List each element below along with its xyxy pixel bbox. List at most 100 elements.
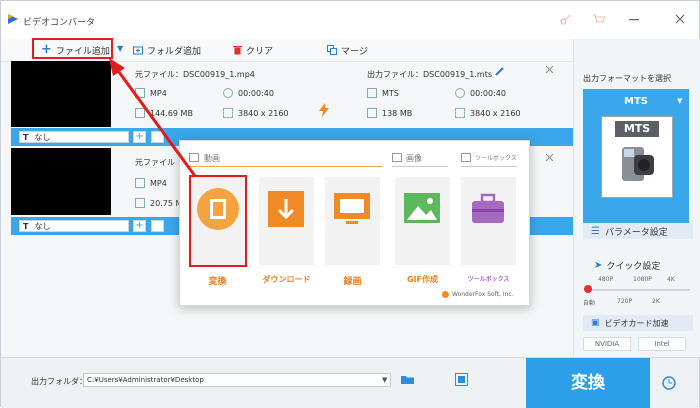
chevron-down-icon[interactable]: ▼: [382, 376, 387, 384]
gif-tile-label: GIF作成: [406, 275, 438, 284]
nvidia-toggle[interactable]: NVIDIA: [583, 337, 631, 351]
rocket-icon: ➤: [594, 260, 603, 271]
chevron-down-icon: ▼: [677, 97, 683, 105]
popup-footer: WonderFox Soft, Inc.: [452, 291, 514, 298]
remove-file-icon[interactable]: [546, 66, 553, 73]
merge-label: マージ: [341, 46, 368, 57]
video-thumbnail[interactable]: [11, 61, 111, 127]
out-resolution: 3840 x 2160: [455, 108, 521, 118]
open-folder-icon[interactable]: [401, 374, 415, 385]
src-resolution: 3840 x 2160: [223, 108, 289, 118]
add-folder-button[interactable]: フォルダ追加: [133, 43, 201, 57]
convert-tile-label: 変換: [208, 277, 227, 287]
download-tile[interactable]: ダウンロード: [259, 177, 314, 284]
format-selector[interactable]: MTS ▼ MTS: [583, 89, 689, 237]
annotation-arrow: [109, 58, 197, 177]
format-icon: [367, 88, 377, 98]
key-icon[interactable]: [560, 14, 571, 25]
convert-tile-highlight: [189, 175, 247, 267]
app-window: ビデオコンバータ + ファイル追加 ▼ フォルダ追加 クリア マージ 元ファイル…: [0, 0, 700, 408]
convert-button[interactable]: 変換: [526, 358, 650, 408]
quick-label-1080p: 1080P: [633, 276, 652, 283]
record-tile[interactable]: 録画: [325, 177, 380, 287]
output-file-label: 出力ファイル：DSC00919_1.mts: [367, 70, 493, 79]
output-folder-label: 出力フォルダ：: [31, 377, 87, 386]
folder-plus-icon: [133, 46, 143, 55]
image-icon: [404, 193, 440, 223]
video-thumbnail[interactable]: [11, 148, 111, 215]
output-folder-path[interactable]: C:¥Users¥Administrator¥Desktop: [83, 373, 391, 387]
quick-settings-title: ➤ クイック設定: [594, 260, 661, 272]
gif-tile[interactable]: GIF作成: [395, 177, 450, 284]
gpu-accel-title: ▣ ビデオカード加速: [583, 315, 693, 331]
clear-label: クリア: [246, 46, 274, 57]
toolbox-section-divider: [461, 166, 517, 167]
subtitle-option-button[interactable]: [151, 220, 164, 232]
toolbox-icon: [472, 193, 504, 223]
format-panel-title: 出力フォーマットを選択: [583, 74, 671, 83]
sliders-icon: ☰: [591, 225, 600, 237]
minimize-icon[interactable]: [629, 19, 639, 21]
title-bar: ビデオコンバータ: [1, 1, 699, 39]
merge-button[interactable]: マージ: [327, 43, 368, 57]
intel-toggle[interactable]: Intel: [638, 337, 686, 351]
add-folder-label: フォルダ追加: [147, 46, 202, 57]
clock-icon: [223, 88, 233, 98]
toolbox-section-icon: [461, 153, 471, 162]
feature-popup: 動画 画像 ツールボックス 変換 ダウンロード 録画 GIF作成 ツールボックス…: [179, 140, 530, 306]
resolution-icon: [455, 108, 465, 118]
quick-label-auto: 自動: [583, 300, 596, 307]
quick-label-2k: 2K: [652, 298, 660, 305]
close-icon[interactable]: [675, 14, 685, 24]
add-subtitle-button[interactable]: +: [133, 220, 146, 232]
clear-button[interactable]: クリア: [233, 43, 273, 57]
src-duration: 00:00:40: [223, 88, 274, 98]
image-section-label: 画像: [406, 154, 422, 163]
record-tile-label: 録画: [343, 277, 362, 287]
screen-record-icon: [334, 193, 370, 224]
format-icon-label: MTS: [615, 121, 659, 137]
quick-label-480p: 480P: [598, 276, 614, 283]
chevron-down-icon[interactable]: ▼: [117, 44, 123, 53]
edit-icon[interactable]: [495, 67, 504, 76]
output-format-panel: 出力フォーマットを選択 MTS ▼ MTS ☰ パラメータ設定 ➤ クイック設定…: [573, 39, 700, 357]
parameter-settings-button[interactable]: ☰ パラメータ設定: [583, 223, 693, 239]
download-icon: [268, 191, 304, 227]
wonderfox-logo-icon: [442, 291, 449, 298]
alarm-clock-icon[interactable]: [661, 374, 677, 390]
toolbox-section-label: ツールボックス: [475, 155, 517, 162]
app-title: ビデオコンバータ: [23, 18, 96, 28]
format-value: MTS: [624, 96, 648, 107]
merge-icon: [327, 45, 337, 55]
image-section-divider: [392, 166, 448, 167]
camcorder-icon: [622, 147, 654, 181]
out-size: 138 MB: [367, 108, 412, 118]
toolbox-tile[interactable]: ツールボックス: [461, 177, 516, 283]
format-preview: MTS: [601, 116, 673, 198]
resolution-icon: [223, 108, 233, 118]
download-tile-label: ダウンロード: [262, 275, 311, 284]
trash-icon: [233, 46, 242, 55]
quick-slider[interactable]: [586, 289, 690, 291]
quick-slider-handle[interactable]: [584, 285, 592, 293]
image-section-icon: [392, 153, 402, 162]
quick-label-720p: 720P: [617, 298, 633, 305]
video-section-label: 動画: [204, 154, 220, 163]
subtitle-select[interactable]: T なし: [19, 220, 129, 232]
app-logo-icon: [8, 14, 18, 24]
quick-label-4k: 4K: [667, 276, 675, 283]
toolbox-tile-label: ツールボックス: [467, 276, 510, 283]
folder-browse-icon[interactable]: [455, 373, 468, 386]
folder-icon: [135, 198, 145, 208]
folder-icon: [367, 108, 377, 118]
gpu-icon: ▣: [591, 318, 600, 328]
video-section-divider: [189, 166, 382, 167]
bottom-bar: 出力フォルダ： C:¥Users¥Administrator¥Desktop ▼…: [1, 357, 699, 408]
out-duration: 00:00:40: [455, 88, 506, 98]
remove-file-icon[interactable]: [546, 154, 553, 161]
convert-arrow-icon: [319, 103, 329, 117]
clock-icon: [455, 88, 465, 98]
out-format: MTS: [367, 88, 399, 98]
src-size: 20.75 M: [135, 198, 182, 208]
cart-icon[interactable]: [593, 14, 605, 25]
